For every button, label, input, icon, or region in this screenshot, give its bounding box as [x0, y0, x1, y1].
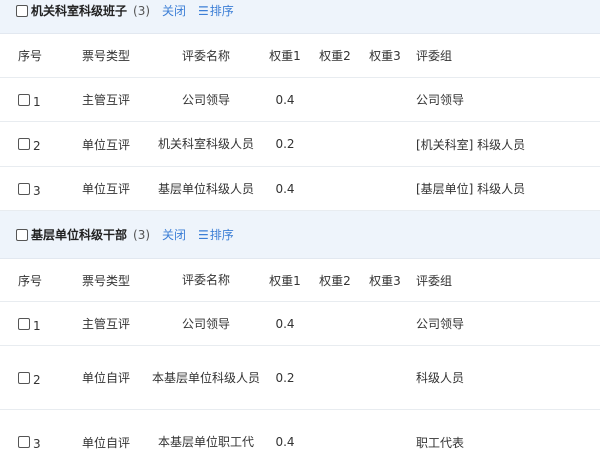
close-link[interactable]: 关闭 [162, 226, 186, 243]
weight1: 0.2 [275, 137, 295, 151]
judge-group: 科级人员 [416, 371, 465, 385]
row-number: 1 [33, 318, 41, 333]
col-header-judge-name: 评委名称 [181, 273, 230, 287]
ticket-type: 主管互评 [82, 317, 131, 331]
col-header-weight3: 权重3 [369, 273, 401, 288]
ticket-type: 单位互评 [82, 182, 131, 196]
row-checkbox[interactable] [18, 93, 30, 106]
judge-group: 职工代表 [416, 435, 465, 450]
judge-name: 基层单位科级人员 [157, 181, 254, 196]
weight3 [368, 78, 402, 121]
group-checkbox[interactable] [16, 228, 28, 241]
weight1: 0.2 [275, 370, 295, 385]
close-link[interactable]: 关闭 [162, 2, 186, 19]
group-header-2: 基层单位科级干部 (3) 关闭 ☰ 排序 [0, 211, 600, 259]
row-index: 2 [18, 346, 41, 409]
judge-name: 本基层单位职工代 [157, 435, 254, 449]
weight3 [368, 302, 402, 345]
weight2 [318, 78, 352, 121]
group-count: (3) [133, 227, 151, 242]
weight2 [318, 410, 352, 474]
row-checkbox[interactable] [18, 436, 30, 448]
col-header-weight1: 权重1 [269, 49, 301, 63]
row-index: 1 [18, 78, 41, 121]
row-index: 3 [18, 410, 41, 474]
group-title: 基层单位科级干部 [31, 228, 128, 242]
weight2 [318, 122, 352, 166]
col-header-weight1: 权重1 [269, 273, 301, 288]
col-header-index: 序号 [18, 49, 43, 63]
table-header-row: 序号 票号类型 评委名称 权重1 权重2 权重3 评委组 [0, 34, 600, 78]
row-number: 2 [33, 139, 41, 153]
weight2 [318, 346, 352, 409]
judge-name: 机关科室科级人员 [157, 137, 254, 151]
col-header-weight2: 权重2 [319, 273, 351, 288]
row-number: 1 [33, 94, 41, 109]
table-row: 3 单位自评 本基层单位职工代 0.4 职工代表 [0, 410, 600, 474]
row-index: 3 [18, 167, 41, 210]
judge-name: 公司领导 [181, 316, 230, 331]
ticket-type: 主管互评 [82, 93, 131, 107]
col-header-judge-group: 评委组 [416, 273, 453, 288]
judge-group: 公司领导 [416, 93, 465, 107]
table-row: 1 主管互评 公司领导 0.4 公司领导 [0, 78, 600, 122]
sort-link[interactable]: ☰ 排序 [198, 226, 234, 243]
row-checkbox[interactable] [18, 138, 30, 150]
sort-label: 排序 [209, 228, 234, 242]
col-header-judge-group: 评委组 [416, 49, 453, 63]
table-row: 2 单位互评 机关科室科级人员 0.2 [机关科室] 科级人员 [0, 122, 600, 167]
weight2 [318, 302, 352, 345]
col-header-ticket-type: 票号类型 [82, 49, 131, 63]
row-index: 2 [18, 122, 41, 166]
judge-group: 公司领导 [416, 317, 465, 331]
row-index: 1 [18, 302, 41, 345]
col-header-index: 序号 [18, 273, 43, 288]
judge-group: [机关科室] 科级人员 [416, 137, 526, 152]
sort-icon: ☰ [198, 227, 209, 242]
sort-label: 排序 [209, 4, 234, 18]
weight3 [368, 346, 402, 409]
row-checkbox[interactable] [18, 317, 30, 330]
group-count: (3) [133, 3, 151, 18]
row-number: 3 [33, 437, 41, 451]
table-header-row: 序号 票号类型 评委名称 权重1 权重2 权重3 评委组 [0, 259, 600, 302]
col-header-weight2: 权重2 [319, 49, 351, 63]
table-row: 3 单位互评 基层单位科级人员 0.4 [基层单位] 科级人员 [0, 167, 600, 211]
judge-name: 公司领导 [181, 92, 230, 107]
col-header-judge-name: 评委名称 [181, 48, 230, 63]
weight2 [318, 167, 352, 210]
col-header-ticket-type: 票号类型 [82, 273, 131, 288]
col-header-weight3: 权重3 [369, 49, 401, 63]
group-checkbox[interactable] [16, 4, 28, 17]
group-header-1: 机关科室科级班子 (3) 关闭 ☰ 排序 [0, 0, 600, 34]
sort-icon: ☰ [198, 3, 209, 18]
ticket-type: 单位自评 [82, 435, 131, 450]
table-row: 1 主管互评 公司领导 0.4 公司领导 [0, 302, 600, 346]
weight1: 0.4 [275, 316, 295, 331]
weight1: 0.4 [275, 92, 295, 107]
judge-name: 本基层单位科级人员 [151, 370, 260, 385]
ticket-type: 单位互评 [82, 137, 131, 152]
weight3 [368, 122, 402, 166]
row-number: 2 [33, 372, 41, 387]
weight1: 0.4 [275, 435, 295, 449]
weight3 [368, 410, 402, 474]
weight3 [368, 167, 402, 210]
group-title: 机关科室科级班子 [31, 4, 128, 18]
table-row: 2 单位自评 本基层单位科级人员 0.2 科级人员 [0, 346, 600, 410]
row-number: 3 [33, 183, 41, 198]
weight1: 0.4 [275, 181, 295, 196]
ticket-type: 单位自评 [82, 371, 131, 385]
sort-link[interactable]: ☰ 排序 [198, 2, 234, 19]
row-checkbox[interactable] [18, 371, 30, 384]
row-checkbox[interactable] [18, 182, 30, 195]
judge-group: [基层单位] 科级人员 [416, 182, 526, 196]
